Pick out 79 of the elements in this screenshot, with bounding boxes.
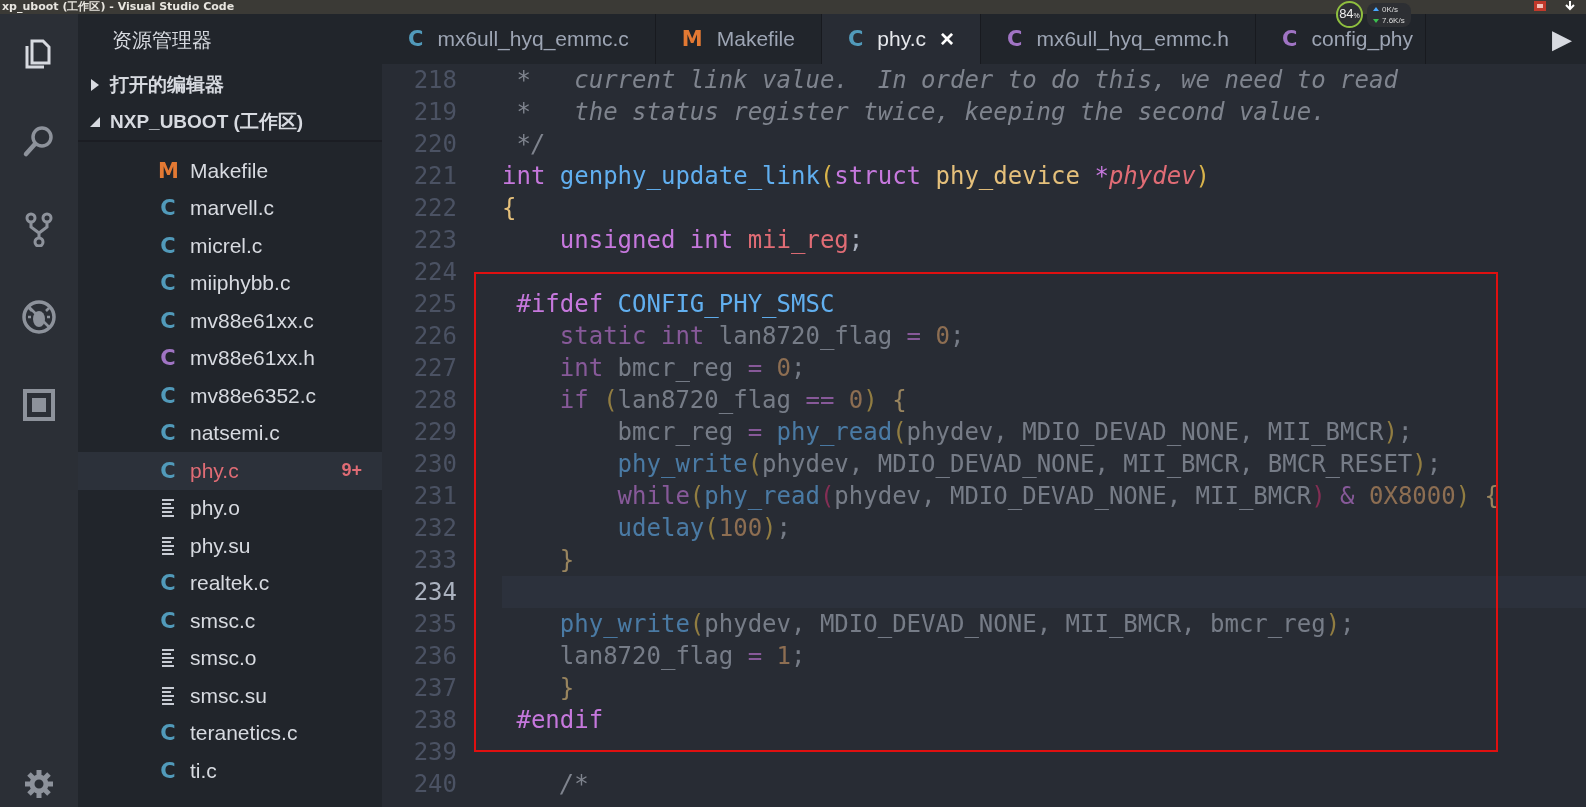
code-line: phy_write(phydev, MDIO_DEVAD_NONE, MII_BMCR, BMCR_RESET); [616,449,1442,480]
section-header[interactable]: 打开的编辑器 [78,66,382,103]
section-header[interactable]: NXP_UBOOT (工作区) [78,103,382,140]
scroll-tabs-button[interactable]: ▶ [1538,14,1586,64]
c-file-icon: C [408,27,424,51]
c-file-icon: C [158,608,178,633]
code-line: static int lan8720_flag = 0; [558,321,965,352]
c-file-icon: C [158,758,178,783]
file-item[interactable]: C mv88e61xx.c [78,302,382,340]
file-item[interactable]: phy.su [78,527,382,565]
file-item[interactable]: C miiphybb.c [78,264,382,302]
file-item[interactable]: C smsc.c [78,602,382,640]
tray-app-icon [1534,1,1546,11]
file-item[interactable]: C mv88e6352.c [78,377,382,415]
file-item[interactable]: C micrel.c [78,227,382,265]
code-line: int genphy_update_link(struct phy_device *phydev) [502,161,1211,192]
bug-button[interactable] [19,298,59,336]
c-file-icon: C [158,721,178,746]
collapsed-triangle-icon [90,78,100,91]
code-line: * the status register twice, keeping the second value. [515,97,1326,128]
c-file-icon: C [158,421,178,446]
file-item[interactable]: C marvell.c [78,189,382,227]
code-line: phy_write(phydev, MDIO_DEVAD_NONE, MII_BMCR, bmcr_reg); [558,609,1355,640]
file-item[interactable]: C phy.c 9+ [78,452,382,490]
c-file-icon: C [158,308,178,333]
code-line: #endif [515,705,604,736]
file-item[interactable]: M Makefile [78,152,382,190]
file-item[interactable]: C mv88e61xx.h [78,339,382,377]
file-item[interactable]: smsc.su [78,677,382,715]
code-line: int bmcr_reg = 0; [558,353,806,384]
makefile-icon: M [158,158,178,183]
code-line: } [558,545,575,576]
text-file-icon [161,536,175,555]
c-file-icon: C [158,571,178,596]
c-file-icon: C [158,233,178,258]
code-line: lan8720_flag = 1; [558,641,806,672]
file-item[interactable]: C teranetics.c [78,714,382,752]
upload-arrow-icon [1373,6,1379,12]
square-frame-icon [21,387,57,423]
file-item[interactable]: C realtek.c [78,564,382,602]
code-line: #ifdef CONFIG_PHY_SMSC [515,289,835,320]
c-file-icon: C [158,271,178,296]
bug-icon [21,299,57,335]
file-item[interactable]: smsc.o [78,639,382,677]
code-line: unsigned int mii_reg; [558,225,864,256]
code-line: /* [558,769,589,800]
file-item[interactable]: C natsemi.c [78,414,382,452]
tray-download-icon [1564,1,1576,11]
problem-count: 9+ [341,460,362,482]
editor-tab[interactable]: C phy.c × [821,14,981,64]
download-speed: 7.6K/s [1382,14,1405,26]
upload-speed: 0K/s [1382,3,1398,15]
code-line: } [558,673,575,704]
code-line: if (lan8720_flag == 0) { [558,385,907,416]
code-line: udelay(100); [616,513,791,544]
c-file-icon: C [1282,27,1298,51]
c-file-icon: C [158,383,178,408]
c-file-icon: C [158,196,178,221]
c-file-icon: C [1007,27,1023,51]
file-item[interactable]: phy.o [78,489,382,527]
text-file-icon [161,649,175,668]
makefile-icon: M [681,27,703,51]
c-file-icon: C [158,458,178,483]
explorer-title: 资源管理器 [111,27,213,53]
window-title: xp_uboot (工作区) - Visual Studio Code [1,0,235,14]
file-item[interactable]: C ti.c [78,752,382,790]
close-icon[interactable]: × [940,25,954,53]
c-file-icon: C [847,27,864,51]
code-line: * current link value. In order to do this, we need to read [515,65,1398,96]
code-line: */ [515,129,546,160]
code-line: { [502,193,517,224]
code-line: bmcr_reg = phy_read(phydev, MDIO_DEVAD_NONE, MII_BMCR); [616,417,1413,448]
code-line: while(phy_read(phydev, MDIO_DEVAD_NONE, MII_BMCR) & 0X8000) { [616,481,1500,512]
text-file-icon [161,686,175,705]
c-file-icon: C [158,346,178,371]
line-number: 234 [412,577,457,608]
expanded-triangle-icon [90,116,100,127]
download-arrow-icon [1373,17,1379,23]
text-file-icon [161,499,175,518]
